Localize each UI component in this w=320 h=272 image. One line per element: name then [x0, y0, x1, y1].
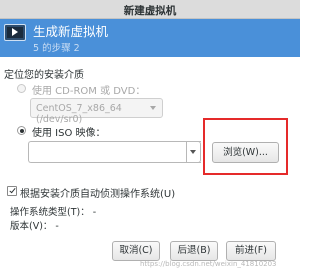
- chevron-down-icon: [150, 106, 156, 110]
- cdrom-radio[interactable]: [17, 84, 26, 93]
- wizard-title: 生成新虚拟机: [33, 24, 109, 39]
- play-icon: [12, 28, 18, 36]
- auto-detect-os-label: 根据安装介质自动侦测操作系统(U): [20, 189, 176, 200]
- iso-path-input[interactable]: [28, 141, 201, 163]
- os-type-row: 操作系统类型(T)： -: [10, 204, 96, 218]
- chevron-down-icon: [190, 150, 196, 154]
- version-label: 版本(V)：: [10, 221, 53, 232]
- watermark: https://blog.csdn.net/weixin_41810203: [140, 260, 277, 268]
- wizard-header: 生成新虚拟机 5 的步骤 2: [0, 19, 300, 57]
- window-title: 新建虚拟机: [123, 5, 177, 17]
- version-value: -: [55, 221, 59, 232]
- virtual-machine-icon: [4, 24, 26, 41]
- version-row: 版本(V)： -: [10, 218, 59, 232]
- checkmark-icon: [8, 186, 16, 194]
- install-media-section-label: 定位您的安装介质: [4, 70, 84, 81]
- back-button[interactable]: 后退(B): [170, 241, 218, 261]
- cdrom-device-select[interactable]: CentOS_7_x86_64 (/dev/sr0): [30, 98, 163, 125]
- iso-radio[interactable]: [17, 126, 26, 135]
- cdrom-device-value: CentOS_7_x86_64 (/dev/sr0): [36, 103, 122, 125]
- os-type-label: 操作系统类型(T)：: [10, 207, 90, 218]
- os-type-value: -: [92, 207, 97, 218]
- iso-option-label: 使用 ISO 映像：: [32, 128, 106, 139]
- forward-button[interactable]: 前进(F): [226, 241, 276, 261]
- browse-button[interactable]: 浏览(W)...: [212, 142, 279, 163]
- auto-detect-os-checkbox[interactable]: [7, 186, 17, 196]
- cancel-button[interactable]: 取消(C): [112, 241, 160, 261]
- wizard-step: 5 的步骤 2: [33, 43, 80, 54]
- iso-history-dropdown[interactable]: [186, 141, 201, 163]
- cdrom-option-label: 使用 CD-ROM 或 DVD：: [32, 86, 146, 97]
- title-bar: 新建虚拟机: [0, 0, 300, 19]
